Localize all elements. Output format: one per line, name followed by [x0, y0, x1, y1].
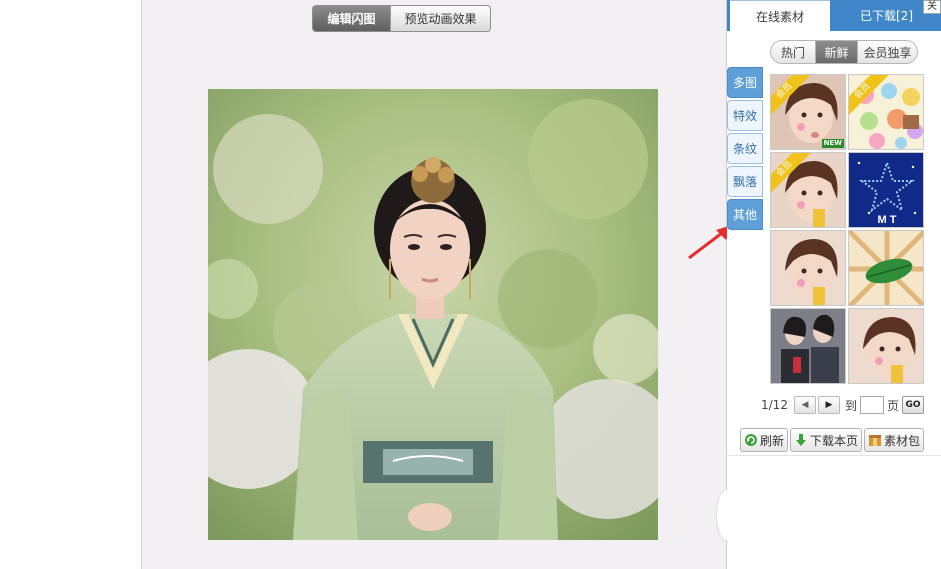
divider — [727, 455, 941, 456]
thumbnail-item[interactable] — [770, 308, 846, 384]
corner-button[interactable]: 关 — [923, 0, 941, 14]
refresh-label: 刷新 — [760, 433, 785, 448]
leaf-sunburst-thumbnail — [849, 231, 923, 305]
page-number-input[interactable] — [859, 396, 884, 414]
page-unit-label: 页 — [886, 398, 899, 413]
mode-toggle: 编辑闪图 预览动画效果 — [312, 5, 491, 32]
page-indicator: 1/12 — [761, 398, 788, 412]
thumbnail-item[interactable]: 会员 — [770, 152, 846, 228]
triangle-left-icon: ◀ — [801, 400, 809, 410]
next-page-button[interactable]: ▶ — [817, 396, 840, 414]
go-button[interactable]: GO — [901, 396, 924, 414]
download-icon — [796, 434, 807, 446]
category-multi-image[interactable]: 多图 — [727, 67, 763, 98]
thumbnail-item[interactable] — [770, 230, 846, 306]
editing-photo[interactable] — [208, 89, 658, 540]
thumbnail-grid: 会员 NEW 会员 会员 M T — [770, 74, 926, 384]
new-badge: NEW — [821, 139, 844, 148]
category-effects[interactable]: 特效 — [727, 100, 763, 131]
thumbnail-item[interactable] — [848, 308, 924, 384]
scroll-handle[interactable] — [717, 490, 737, 540]
filter-member-exclusive[interactable]: 会员独享 — [857, 41, 917, 63]
tab-online-materials[interactable]: 在线素材 — [730, 0, 830, 31]
download-page-button[interactable]: 下载本页 — [790, 428, 863, 452]
category-other[interactable]: 其他 — [727, 199, 763, 230]
editor-area: 编辑闪图 预览动画效果 — [141, 0, 727, 569]
refresh-icon — [745, 434, 757, 446]
pagination: 1/12 ◀ ▶ 到 页 GO — [761, 395, 924, 415]
photo-girl-hanfu — [208, 89, 658, 540]
filter-group: 热门 新鲜 会员独享 — [770, 40, 918, 64]
two-girls-thumbnail — [771, 309, 845, 383]
thumbnail-item[interactable] — [848, 230, 924, 306]
refresh-button[interactable]: 刷新 — [740, 428, 789, 452]
goto-label: 到 — [844, 398, 857, 413]
thumbnail-item[interactable]: M T — [848, 152, 924, 228]
filter-new[interactable]: 新鲜 — [815, 41, 857, 63]
download-page-label: 下载本页 — [810, 433, 859, 448]
panel-tab-bar: 在线素材 已下载[2] 关 — [727, 0, 941, 31]
girl-photo-thumbnail — [771, 231, 845, 305]
tab-preview-animation[interactable]: 预览动画效果 — [390, 6, 490, 31]
thumbnail-item[interactable]: 会员 NEW — [770, 74, 846, 150]
thumbnail-item[interactable]: 会员 — [848, 74, 924, 150]
filter-hot[interactable]: 热门 — [771, 41, 815, 63]
triangle-right-icon: ▶ — [825, 400, 833, 410]
left-blank-area — [0, 0, 141, 569]
package-icon — [869, 435, 882, 446]
material-panel: 在线素材 已下载[2] 关 热门 新鲜 会员独享 多图 特效 条纹 飘落 其他 … — [717, 0, 941, 569]
star-mt-thumbnail: M T — [849, 153, 923, 227]
tab-downloaded[interactable]: 已下载[2] — [839, 0, 934, 31]
material-package-button[interactable]: 素材包 — [864, 428, 925, 452]
prev-page-button[interactable]: ◀ — [793, 396, 816, 414]
thumbnail-text: M T — [878, 214, 897, 226]
material-package-label: 素材包 — [884, 433, 921, 448]
girl-photo-thumbnail — [849, 309, 923, 383]
category-stripes[interactable]: 条纹 — [727, 133, 763, 164]
action-bar: 刷新 下载本页 素材包 — [740, 428, 925, 452]
category-falling[interactable]: 飘落 — [727, 166, 763, 197]
tab-edit-flash[interactable]: 编辑闪图 — [313, 6, 390, 31]
